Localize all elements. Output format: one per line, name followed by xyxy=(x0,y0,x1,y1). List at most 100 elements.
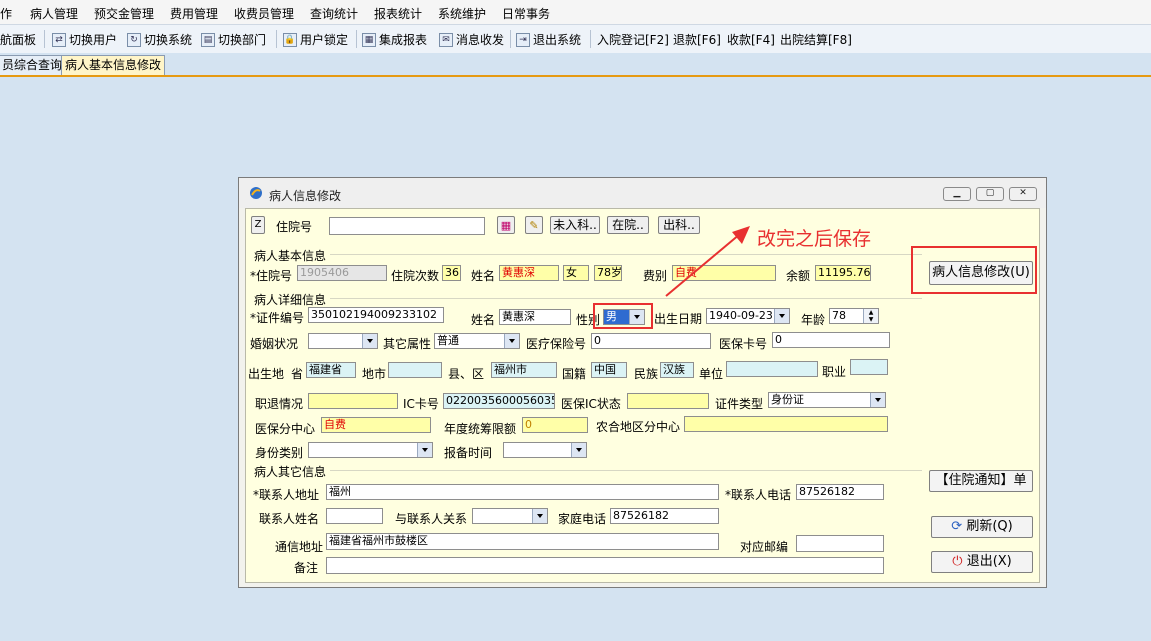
ins-center-field[interactable]: 自费 xyxy=(321,417,431,433)
chevron-down-icon[interactable] xyxy=(417,443,432,457)
age-value: 78 xyxy=(832,309,846,322)
province-field[interactable]: 福建省 xyxy=(306,362,356,378)
employer-field[interactable] xyxy=(726,361,818,377)
other-info-section-title: 病人其它信息 xyxy=(254,465,327,479)
contact-phone-field[interactable]: 87526182 xyxy=(796,484,884,500)
city-field[interactable] xyxy=(388,362,442,378)
chevron-down-icon[interactable] xyxy=(532,509,547,523)
relation-select[interactable] xyxy=(472,508,548,524)
detail-name-field[interactable]: 黄惠深 xyxy=(499,309,571,325)
insurance-no-field[interactable]: 0 xyxy=(591,333,711,349)
remark-label: 备注 xyxy=(294,561,319,575)
nationality-field[interactable]: 中国 xyxy=(591,362,627,378)
id-no-field[interactable]: 350102194009233102 xyxy=(308,307,444,323)
id-type-value: 身份证 xyxy=(771,393,804,406)
minimize-button[interactable]: ▁ xyxy=(943,187,971,201)
toolbar: 航面板 ⇄ 切换用户 ↻ 切换系统 ▤ 切换部门 🔒 用户锁定 ▦ 集成报表 ✉ 消息收发 … xyxy=(0,24,1151,54)
tab-general-query[interactable]: 员综合查询 xyxy=(0,55,67,75)
messages-button[interactable]: ✉ 消息收发 xyxy=(439,31,504,48)
county-field[interactable]: 福州市 xyxy=(491,362,557,378)
ins-center-label: 医保分中心 xyxy=(255,422,316,436)
annual-limit-label: 年度统筹限额 xyxy=(444,422,517,436)
basic-age-field[interactable]: 78岁 xyxy=(594,265,622,281)
switch-user-button[interactable]: ⇄ 切换用户 xyxy=(52,31,117,48)
rural-center-field[interactable] xyxy=(684,416,888,432)
not-admitted-button[interactable]: 未入科.. xyxy=(550,216,600,234)
menu-fee-management[interactable]: 费用管理 xyxy=(170,5,218,22)
postcode-field[interactable] xyxy=(796,535,884,552)
user-lock-button[interactable]: 🔒 用户锁定 xyxy=(283,31,348,48)
mail-addr-field[interactable]: 福建省福州市鼓楼区 xyxy=(326,533,719,550)
ethnicity-field[interactable]: 汉族 xyxy=(660,362,694,378)
toolbar-separator xyxy=(276,30,277,48)
retire-label: 职退情况 xyxy=(255,397,304,411)
admission-notice-button[interactable]: 【住院通知】单 xyxy=(929,470,1033,492)
exit-system-button[interactable]: ⇥ 退出系统 xyxy=(516,31,581,48)
spin-arrows-icon[interactable]: ▲ ▼ xyxy=(863,309,878,323)
basic-inpatient-field[interactable]: 1905406 xyxy=(297,265,387,281)
exit-icon: ⇥ xyxy=(516,32,530,47)
marital-select[interactable] xyxy=(308,333,378,349)
collect-button[interactable]: 收款[F4] xyxy=(727,31,775,48)
in-hospital-button[interactable]: 在院.. xyxy=(607,216,649,234)
home-phone-field[interactable]: 87526182 xyxy=(610,508,719,524)
chevron-down-icon[interactable] xyxy=(870,393,885,407)
discharge-button[interactable]: 出院结算[F8] xyxy=(780,31,852,48)
refund-button[interactable]: 退款[F6] xyxy=(673,31,721,48)
messages-label: 消息收发 xyxy=(456,33,505,47)
balance-field[interactable]: 11195.76 xyxy=(815,265,871,281)
other-attr-select[interactable]: 普通 xyxy=(434,333,520,349)
identity-label: 身份类别 xyxy=(255,446,304,460)
menu-daily-affairs[interactable]: 日常事务 xyxy=(502,5,550,22)
remark-field[interactable] xyxy=(326,557,884,574)
section-divider xyxy=(330,470,922,471)
close-button[interactable]: ✕ xyxy=(1009,187,1037,201)
ethnicity-label: 民族 xyxy=(634,367,659,381)
contact-name-field[interactable] xyxy=(326,508,383,524)
visits-label: 住院次数 xyxy=(391,269,440,283)
report-time-select[interactable] xyxy=(503,442,587,458)
basic-name-field[interactable]: 黄惠深 xyxy=(499,265,559,281)
menu-patient-management[interactable]: 病人管理 xyxy=(30,5,78,22)
chevron-down-icon[interactable] xyxy=(504,334,519,348)
menu-operations[interactable]: 作 xyxy=(0,5,12,22)
occupation-field[interactable] xyxy=(850,359,888,375)
switch-system-button[interactable]: ↻ 切换系统 xyxy=(127,31,192,48)
menu-system-maintenance[interactable]: 系统维护 xyxy=(438,5,486,22)
retire-field[interactable] xyxy=(308,393,398,409)
switch-system-label: 切换系统 xyxy=(144,33,193,47)
menu-report-statistics[interactable]: 报表统计 xyxy=(374,5,422,22)
visits-field[interactable]: 36 xyxy=(442,265,461,281)
chevron-down-icon[interactable] xyxy=(362,334,377,348)
maximize-button[interactable]: ▢ xyxy=(976,187,1004,201)
menu-deposit-management[interactable]: 预交金管理 xyxy=(94,5,154,22)
annual-limit-field[interactable]: 0 xyxy=(522,417,588,433)
broom-button[interactable]: ✎ xyxy=(525,216,543,234)
switch-dept-button[interactable]: ▤ 切换部门 xyxy=(201,31,266,48)
admission-button[interactable]: 入院登记[F2] xyxy=(597,31,669,48)
save-button-highlight-box xyxy=(911,246,1037,294)
calculator-icon: ▦ xyxy=(500,219,512,232)
integrated-report-button[interactable]: ▦ 集成报表 xyxy=(362,31,427,48)
menu-query-statistics[interactable]: 查询统计 xyxy=(310,5,358,22)
exit-button[interactable]: ⏻ 退出(X) xyxy=(931,551,1033,573)
calculator-button[interactable]: ▦ xyxy=(497,216,515,234)
tab-patient-basic-edit[interactable]: 病人基本信息修改 xyxy=(61,55,166,75)
chevron-down-icon[interactable] xyxy=(571,443,586,457)
identity-select[interactable] xyxy=(308,442,433,458)
ic-field[interactable]: 0220035600056035 xyxy=(443,393,555,409)
contact-addr-field[interactable]: 福州 xyxy=(326,484,719,500)
nav-panel-button[interactable]: 航面板 xyxy=(0,31,36,48)
z-button[interactable]: Z xyxy=(251,216,265,234)
card-no-field[interactable]: 0 xyxy=(772,332,890,348)
contact-phone-label: *联系人电话 xyxy=(725,488,792,502)
menu-cashier-management[interactable]: 收费员管理 xyxy=(234,5,294,22)
refresh-button[interactable]: ⟳ 刷新(Q) xyxy=(931,516,1033,538)
chevron-down-icon[interactable] xyxy=(774,309,789,323)
search-inpatient-input[interactable] xyxy=(329,217,485,235)
birth-date-picker[interactable]: 1940-09-23 xyxy=(706,308,790,324)
ic-status-field[interactable] xyxy=(627,393,709,409)
basic-gender-field[interactable]: 女 xyxy=(563,265,589,281)
age-stepper[interactable]: 78 ▲ ▼ xyxy=(829,308,879,324)
id-type-select[interactable]: 身份证 xyxy=(768,392,886,408)
